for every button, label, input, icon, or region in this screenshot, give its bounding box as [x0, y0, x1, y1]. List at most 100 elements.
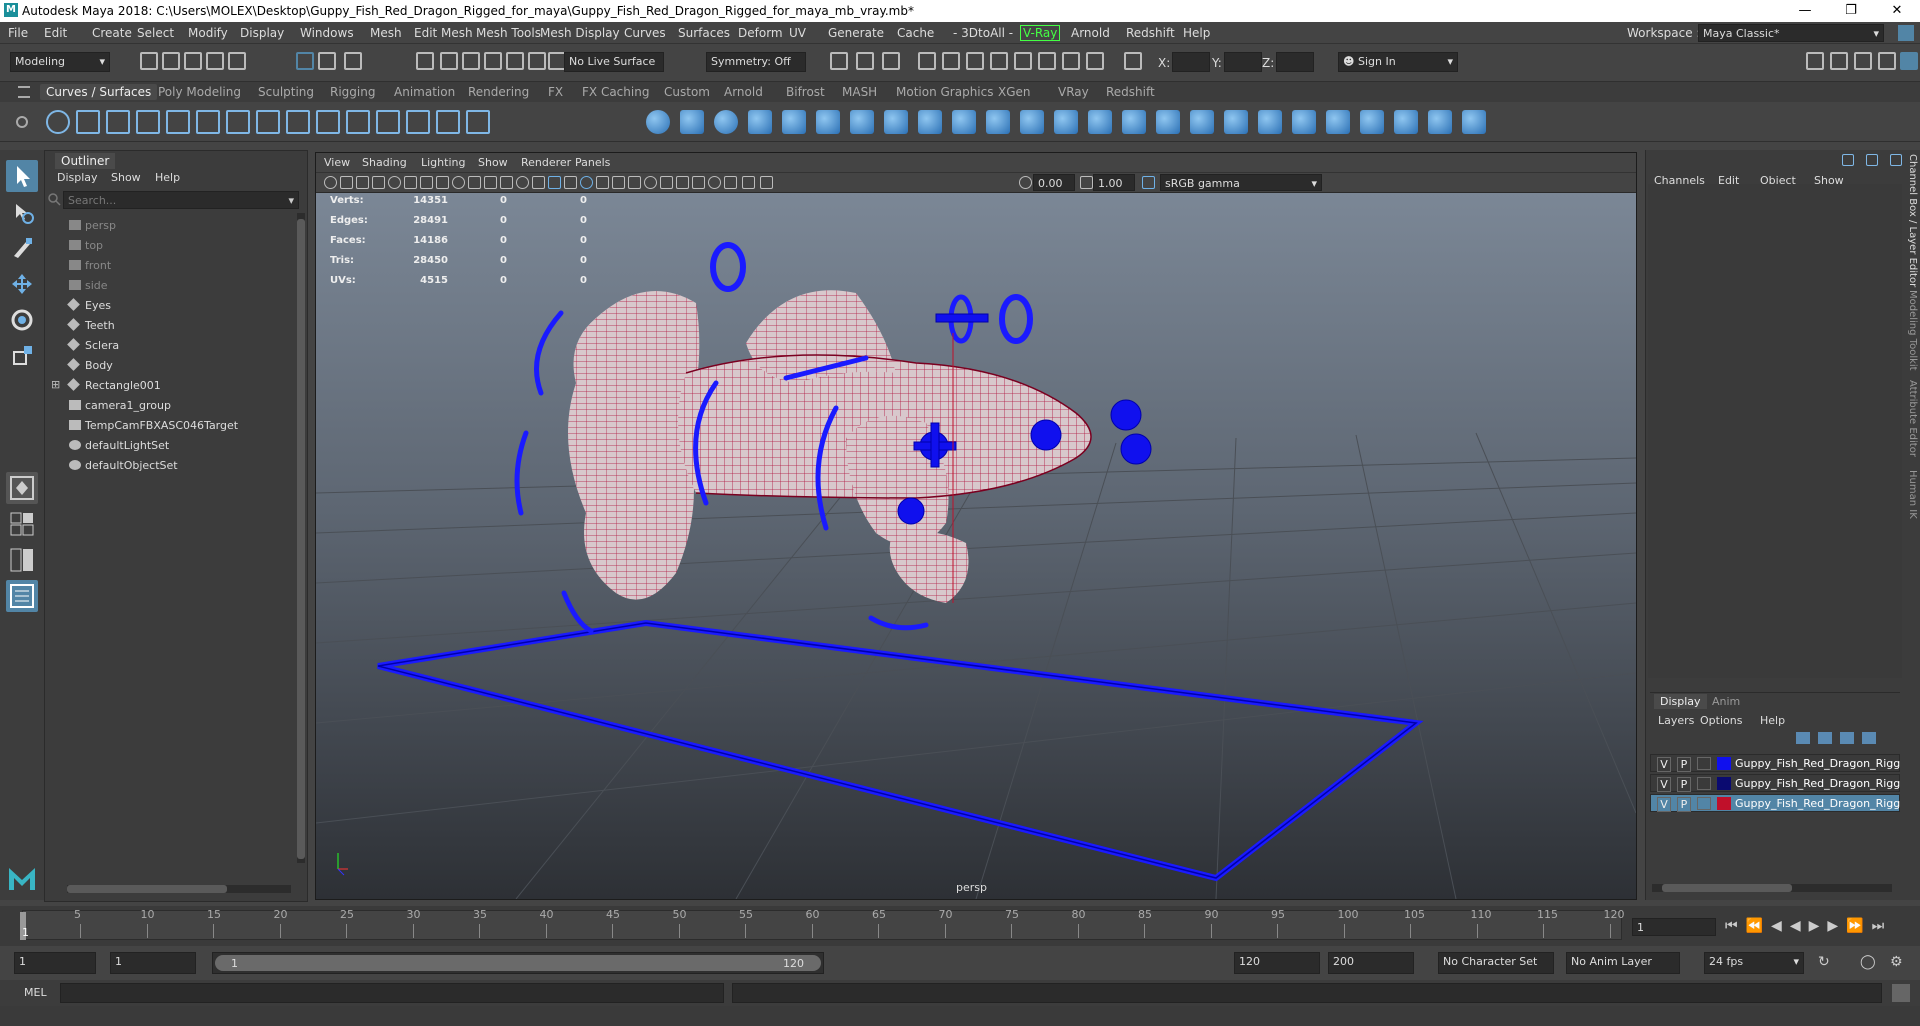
vray-ipr-icon[interactable] [1062, 52, 1080, 70]
time-slider[interactable]: 1 5 10 15 20 25 30 35 40 45 50 55 60 65 70 75 80 85 90 95 1… [0, 906, 1920, 946]
layer-visibility-toggle[interactable]: V [1657, 777, 1671, 792]
start-frame-field[interactable]: 1 [14, 952, 96, 974]
bookmark-icon[interactable] [356, 176, 369, 189]
layer-row[interactable]: V P Guppy_Fish_Red_Dragon_Rigg [1650, 794, 1900, 812]
birail-icon[interactable] [986, 110, 1010, 134]
live-surface-field[interactable]: No Live Surface [564, 52, 664, 72]
auto-key-icon[interactable]: ◯ [1860, 954, 1876, 970]
viewport-menu-lighting[interactable]: Lighting [421, 156, 465, 169]
single-perspective-layout-icon[interactable] [6, 472, 38, 504]
minimize-button[interactable]: — [1782, 0, 1828, 22]
outliner-item[interactable]: Sclera [45, 337, 295, 355]
shelf-tab-bifrost[interactable]: Bifrost [780, 84, 831, 100]
new-scene-icon[interactable] [140, 52, 158, 70]
layer-row[interactable]: V P Guppy_Fish_Red_Dragon_Rigg [1650, 754, 1900, 772]
script-editor-icon[interactable] [1892, 984, 1910, 1002]
outliner-item[interactable]: TempCamFBXASC046Target [45, 417, 295, 435]
outliner-item[interactable]: Eyes [45, 297, 295, 315]
xray-icon[interactable] [596, 176, 609, 189]
mode-selector[interactable]: Modeling ▾ [10, 52, 110, 72]
tool-settings-icon[interactable] [1854, 52, 1872, 70]
safe-title-icon[interactable] [516, 176, 529, 189]
gamma-field[interactable]: 1.00 [1093, 174, 1135, 191]
side-tab-modeling-toolkit[interactable]: Modeling Toolkit [1904, 290, 1918, 371]
side-tab-channel-box-layer-editor[interactable]: Channel Box / Layer Editor [1904, 154, 1918, 287]
xray-active-icon[interactable] [742, 176, 755, 189]
color-space-select[interactable]: sRGB gamma ▾ [1160, 174, 1322, 191]
wireframe-on-shaded-icon[interactable] [580, 176, 593, 189]
loft-icon[interactable] [884, 110, 908, 134]
lasso-tool-icon[interactable] [6, 196, 38, 228]
planar-icon[interactable] [918, 110, 942, 134]
menu-windows[interactable]: Windows [300, 26, 354, 40]
attach-curves-icon[interactable] [286, 110, 310, 134]
hud-icon[interactable] [760, 176, 773, 189]
render-frame-icon[interactable] [918, 52, 936, 70]
boundary-icon[interactable] [1020, 110, 1044, 134]
current-frame-field[interactable]: 1 [1632, 918, 1716, 936]
rotate-tool-icon[interactable] [6, 304, 38, 336]
menu-modify[interactable]: Modify [188, 26, 228, 40]
render-view-icon[interactable] [1014, 52, 1032, 70]
menu-3dtoall[interactable]: - 3DtoAll - [953, 26, 1013, 40]
outliner-item[interactable]: ⊞ Rectangle001 [45, 377, 295, 395]
outliner-item[interactable]: defaultObjectSet [45, 457, 295, 475]
step-back-icon[interactable]: ⏪ [1746, 918, 1771, 934]
2d-pan-zoom-icon[interactable] [388, 176, 401, 189]
detach-surfaces-icon[interactable] [1326, 110, 1350, 134]
untrim-icon[interactable] [1190, 110, 1214, 134]
square-surface-icon[interactable] [1054, 110, 1078, 134]
expand-icon[interactable]: ⊞ [51, 378, 60, 391]
layer-reference-toggle[interactable] [1697, 797, 1711, 810]
image-plane-icon[interactable] [372, 176, 385, 189]
grease-pencil-icon[interactable] [404, 176, 417, 189]
scale-tool-icon[interactable] [6, 340, 38, 372]
character-set-select[interactable]: No Character Set [1438, 952, 1554, 974]
shelf-tab-fx-caching[interactable]: FX Caching [576, 84, 655, 100]
layer-reference-toggle[interactable] [1697, 757, 1711, 770]
outliner-item[interactable]: Body [45, 357, 295, 375]
menu-uv[interactable]: UV [789, 26, 806, 40]
menu-surfaces[interactable]: Surfaces [678, 26, 730, 40]
loop-icon[interactable]: ↻ [1818, 954, 1830, 970]
layer-tab-display[interactable]: Display [1654, 694, 1707, 709]
move-layer-up-icon[interactable] [1796, 732, 1810, 744]
modeling-toolkit-icon[interactable] [1806, 52, 1824, 70]
shadows-icon[interactable] [644, 176, 657, 189]
redo-icon[interactable] [228, 52, 246, 70]
select-camera-icon[interactable] [324, 176, 337, 189]
smooth-shade-icon[interactable] [548, 176, 561, 189]
viewport-menu-shading[interactable]: Shading [362, 156, 407, 169]
paint-icon[interactable] [1462, 110, 1486, 134]
render-settings-icon[interactable] [966, 52, 984, 70]
pencil-curve-icon[interactable] [166, 110, 190, 134]
viewport-scene[interactable] [316, 193, 1636, 899]
layer-playback-toggle[interactable]: P [1677, 777, 1691, 792]
two-view-layout-icon[interactable] [6, 544, 38, 576]
stitch-icon[interactable] [1224, 110, 1248, 134]
insert-knot-icon[interactable] [406, 110, 430, 134]
shelf-tab-sculpting[interactable]: Sculpting [252, 84, 320, 100]
snap-surface-icon[interactable] [506, 52, 524, 70]
menu-cache[interactable]: Cache [897, 26, 934, 40]
new-layer-selected-icon[interactable] [1862, 732, 1876, 744]
attach-surfaces-icon[interactable] [1292, 110, 1316, 134]
cv-curve-icon[interactable] [106, 110, 130, 134]
outliner-item[interactable]: front [45, 257, 295, 275]
layer-editor-toggle-icon[interactable] [1900, 52, 1918, 70]
z-field[interactable] [1276, 52, 1314, 72]
step-forward-key-icon[interactable]: ▶ [1827, 918, 1846, 934]
select-by-component-icon[interactable] [344, 52, 362, 70]
square-curve-icon[interactable] [76, 110, 100, 134]
shelf-tab-custom[interactable]: Custom [658, 84, 716, 100]
layer-visibility-toggle[interactable]: V [1657, 757, 1671, 772]
shelf-tab-rendering[interactable]: Rendering [462, 84, 535, 100]
anim-end-field[interactable]: 200 [1328, 952, 1414, 974]
outliner-item[interactable]: Teeth [45, 317, 295, 335]
detach-curves-icon[interactable] [316, 110, 340, 134]
arc-icon[interactable] [226, 110, 250, 134]
hypershade-icon[interactable] [990, 52, 1008, 70]
shelf-tab-arnold[interactable]: Arnold [718, 84, 769, 100]
anim-start-field[interactable]: 1 [110, 952, 196, 974]
shelf-tab-fx[interactable]: FX [542, 84, 569, 100]
